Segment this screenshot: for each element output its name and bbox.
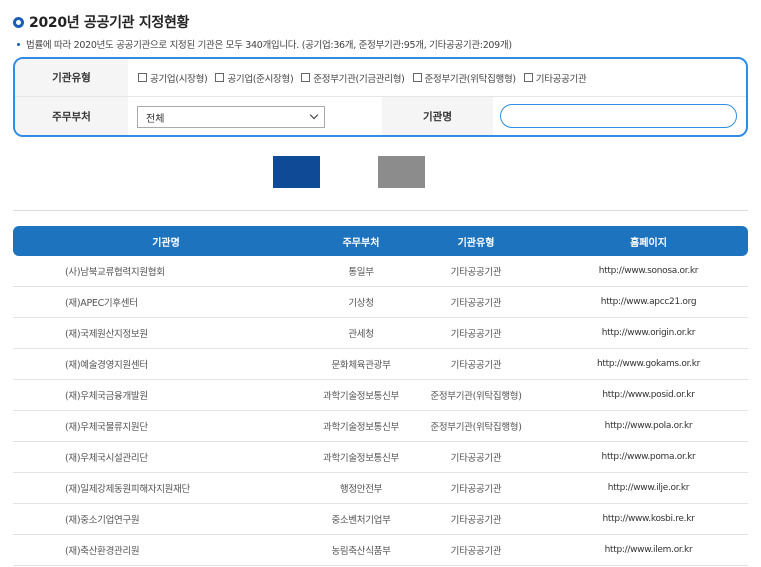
- table-row: (재)축산환경관리원 농림축산식품부 기타공공기관 http://www.ile…: [13, 535, 748, 566]
- table-row: (재)일제강제동원피해자지원재단 행정안전부 기타공공기관 http://www…: [13, 473, 748, 504]
- circle-bullet-icon: [13, 16, 24, 28]
- name-label: 기관명: [382, 97, 493, 135]
- cell-type: 기타공공기관: [450, 453, 502, 464]
- header-type: 기관유형: [457, 237, 495, 249]
- header-ministry: 주무부처: [342, 237, 380, 249]
- checkbox-label: 준정부기관(기금관리형): [313, 73, 405, 85]
- header-homepage: 홈페이지: [630, 237, 667, 249]
- cell-type: 기타공공기관: [450, 360, 502, 371]
- cell-type: 기타공공기관: [450, 546, 502, 557]
- cell-homepage-link[interactable]: http://www.gokams.or.kr: [549, 359, 748, 369]
- description-text: 법률에 따라 2020년도 공공기관으로 지정된 기관은 모두 340개입니다.…: [26, 40, 512, 51]
- cell-name[interactable]: (재)예술경영지원센터: [13, 357, 319, 371]
- checkbox-public-market[interactable]: 공기업(시장형): [138, 71, 208, 85]
- cell-ministry: 통일부: [348, 267, 374, 278]
- dot-bullet-icon: [17, 42, 20, 46]
- cell-ministry: 과학기술정보통신부: [323, 422, 399, 433]
- ministry-select-value: 전체: [146, 113, 165, 125]
- ministry-select[interactable]: 전체: [137, 106, 325, 128]
- cell-ministry: 과학기술정보통신부: [323, 453, 399, 464]
- search-panel: 기관유형 공기업(시장형) 공기업(준시장형) 준정부기관(기금관리형) 준정부…: [13, 57, 748, 137]
- checkbox-other-public[interactable]: 기타공공기관: [523, 71, 587, 85]
- cell-type: 준정부기관(위탁집행형): [430, 391, 522, 402]
- description: 법률에 따라 2020년도 공공기관으로 지정된 기관은 모두 340개입니다.…: [17, 37, 512, 51]
- cell-name[interactable]: (재)일제강제동원피해자지원재단: [13, 481, 319, 495]
- checkbox-label: 기타공공기관: [535, 73, 587, 85]
- divider: [13, 210, 748, 211]
- cell-type: 기타공공기관: [450, 267, 502, 278]
- institution-table: 기관명 주무부처 기관유형 홈페이지 (사)남북교류협력지원협회 통일부 기타공…: [13, 226, 748, 566]
- type-label: 기관유형: [15, 59, 128, 96]
- type-checkbox-group: 공기업(시장형) 공기업(준시장형) 준정부기관(기금관리형) 준정부기관(위탁…: [128, 71, 594, 85]
- cell-homepage-link[interactable]: http://www.kosbi.re.kr: [549, 514, 748, 524]
- checkbox-icon[interactable]: [215, 73, 225, 82]
- cell-name[interactable]: (재)우체국물류지원단: [13, 419, 319, 433]
- header-name: 기관명: [152, 237, 180, 249]
- table-row: (재)국제원산지정보원 관세청 기타공공기관 http://www.origin…: [13, 318, 748, 349]
- table-row: (재)APEC기후센터 기상청 기타공공기관 http://www.apcc21…: [13, 287, 748, 318]
- page-heading: 2020년 공공기관 지정현황: [13, 12, 189, 32]
- table-row: (재)우체국시설관리단 과학기술정보통신부 기타공공기관 http://www.…: [13, 442, 748, 473]
- ministry-label: 주무부처: [15, 97, 128, 135]
- cell-homepage-link[interactable]: http://www.ilje.or.kr: [549, 483, 748, 493]
- checkbox-quasi-gov-consign[interactable]: 준정부기관(위탁집행형): [412, 71, 517, 85]
- cell-name[interactable]: (재)국제원산지정보원: [13, 326, 319, 340]
- cell-name[interactable]: (재)축산환경관리원: [13, 543, 319, 557]
- cell-name[interactable]: (사)남북교류협력지원협회: [13, 264, 319, 278]
- table-row: (재)중소기업연구원 중소벤처기업부 기타공공기관 http://www.kos…: [13, 504, 748, 535]
- cell-type: 기타공공기관: [450, 515, 502, 526]
- cell-homepage-link[interactable]: http://www.apcc21.org: [549, 297, 748, 307]
- checkbox-label: 공기업(시장형): [150, 73, 208, 85]
- cell-homepage-link[interactable]: http://www.posid.or.kr: [549, 390, 748, 400]
- chevron-down-icon: [309, 110, 319, 120]
- checkbox-label: 공기업(준시장형): [227, 73, 294, 85]
- checkbox-quasi-gov-fund[interactable]: 준정부기관(기금관리형): [301, 71, 405, 85]
- cell-homepage-link[interactable]: http://www.poma.or.kr: [549, 452, 748, 462]
- cell-homepage-link[interactable]: http://www.sonosa.or.kr: [549, 266, 748, 276]
- table-row: (재)우체국금융개발원 과학기술정보통신부 준정부기관(위탁집행형) http:…: [13, 380, 748, 411]
- cell-ministry: 기상청: [348, 298, 374, 309]
- cell-homepage-link[interactable]: http://www.ilem.or.kr: [549, 545, 748, 555]
- cell-homepage-link[interactable]: http://www.origin.or.kr: [549, 328, 748, 338]
- cell-ministry: 행정안전부: [339, 484, 383, 495]
- checkbox-icon[interactable]: [523, 73, 533, 82]
- ministry-filter-row: 주무부처 전체 기관명: [15, 97, 746, 135]
- table-row: (재)우체국물류지원단 과학기술정보통신부 준정부기관(위탁집행형) http:…: [13, 411, 748, 442]
- table-row: (재)예술경영지원센터 문화체육관광부 기타공공기관 http://www.go…: [13, 349, 748, 380]
- reset-button[interactable]: [378, 156, 425, 188]
- type-filter-row: 기관유형 공기업(시장형) 공기업(준시장형) 준정부기관(기금관리형) 준정부…: [15, 59, 746, 97]
- cell-ministry: 중소벤처기업부: [331, 515, 391, 526]
- cell-name[interactable]: (재)APEC기후센터: [13, 295, 319, 309]
- cell-name[interactable]: (재)우체국금융개발원: [13, 388, 319, 402]
- checkbox-icon[interactable]: [138, 73, 147, 82]
- cell-name[interactable]: (재)우체국시설관리단: [13, 450, 319, 464]
- table-row: (사)남북교류협력지원협회 통일부 기타공공기관 http://www.sono…: [13, 256, 748, 287]
- name-search-input[interactable]: [500, 104, 737, 128]
- cell-name[interactable]: (재)중소기업연구원: [13, 512, 319, 526]
- cell-type: 준정부기관(위탁집행형): [430, 422, 522, 433]
- search-button[interactable]: [273, 156, 320, 188]
- table-body: (사)남북교류협력지원협회 통일부 기타공공기관 http://www.sono…: [13, 256, 748, 566]
- checkbox-label: 준정부기관(위탁집행형): [424, 73, 517, 85]
- cell-ministry: 관세청: [348, 329, 374, 340]
- cell-ministry: 문화체육관광부: [331, 360, 391, 371]
- cell-homepage-link[interactable]: http://www.pola.or.kr: [549, 421, 748, 431]
- table-header: 기관명 주무부처 기관유형 홈페이지: [13, 226, 748, 256]
- cell-type: 기타공공기관: [450, 484, 502, 495]
- checkbox-icon[interactable]: [412, 73, 422, 82]
- page-title: 2020년 공공기관 지정현황: [29, 15, 190, 31]
- cell-ministry: 농림축산식품부: [331, 546, 391, 557]
- checkbox-icon[interactable]: [301, 73, 311, 82]
- cell-ministry: 과학기술정보통신부: [323, 391, 399, 402]
- checkbox-public-quasi-market[interactable]: 공기업(준시장형): [215, 71, 294, 85]
- cell-type: 기타공공기관: [450, 298, 502, 309]
- cell-type: 기타공공기관: [450, 329, 502, 340]
